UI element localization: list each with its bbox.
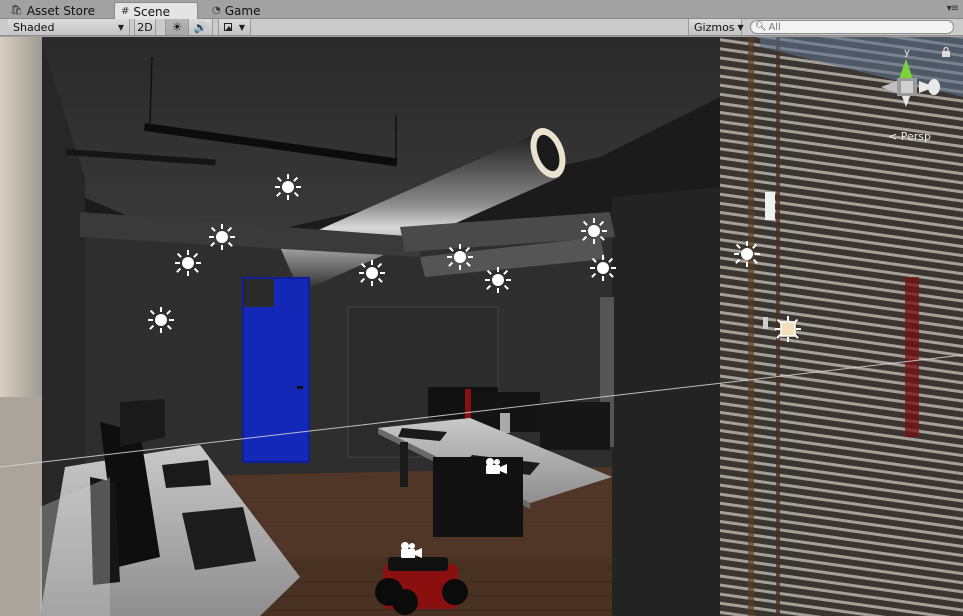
point-light-icon[interactable] <box>484 266 512 294</box>
chevron-down-icon: ▼ <box>117 22 124 32</box>
lock-icon[interactable] <box>941 47 951 57</box>
selected-light-icon[interactable] <box>774 315 802 343</box>
tab-scene[interactable]: # Scene <box>114 2 198 20</box>
grid-hash-icon: # <box>121 6 130 17</box>
point-light-icon[interactable] <box>446 243 474 271</box>
lighting-toggle-button[interactable]: ☀ <box>165 19 189 35</box>
point-light-icon[interactable] <box>174 249 202 277</box>
scene-viewport[interactable]: y < Persp <box>0 37 963 616</box>
2d-label: 2D <box>137 20 153 34</box>
audio-toggle-button[interactable]: 🔊 <box>189 19 213 35</box>
scene-toolbar: Shaded ▼ 2D ☀ 🔊 ▼ Gizmos ▼ 🔍︎ <box>0 19 963 36</box>
tab-menu-icon[interactable]: ▾≡ <box>947 3 959 14</box>
chevron-down-icon: ▼ <box>737 22 744 32</box>
scene-render <box>0 37 963 616</box>
2d-toggle-button[interactable]: 2D <box>134 19 156 35</box>
hierarchy-search-field[interactable]: 🔍︎ <box>750 20 954 34</box>
point-light-icon[interactable] <box>358 259 386 287</box>
tab-label: Game <box>224 3 261 18</box>
gizmos-label: Gizmos <box>694 20 735 34</box>
tab-game[interactable]: ◔ Game <box>206 2 269 19</box>
image-icon <box>224 23 232 31</box>
shading-mode-dropdown[interactable]: Shaded ▼ <box>8 19 130 35</box>
point-light-icon[interactable] <box>589 254 617 282</box>
chevron-down-icon: ▼ <box>238 22 245 32</box>
pacman-icon: ◔ <box>212 5 221 16</box>
sun-icon: ☀ <box>171 20 183 34</box>
effects-dropdown[interactable]: ▼ <box>218 19 251 35</box>
camera-icon[interactable] <box>397 541 423 559</box>
projection-label[interactable]: < Persp <box>888 130 931 143</box>
point-light-icon[interactable] <box>147 306 175 334</box>
search-icon: 🔍︎ <box>755 22 767 32</box>
search-input[interactable] <box>768 21 949 33</box>
speaker-icon: 🔊 <box>193 20 208 34</box>
tab-asset-store[interactable]: 🛍 Asset Store <box>4 2 104 19</box>
point-light-icon[interactable] <box>208 223 236 251</box>
axis-y-label: y <box>904 47 910 58</box>
shading-mode-value: Shaded <box>13 20 55 34</box>
point-light-icon[interactable] <box>274 173 302 201</box>
tab-label: Asset Store <box>26 3 96 18</box>
tab-label: Scene <box>133 4 170 19</box>
camera-icon[interactable] <box>482 457 508 475</box>
tab-strip: 🛍 Asset Store # Scene ◔ Game ▾≡ <box>0 0 963 20</box>
gizmos-dropdown[interactable]: Gizmos ▼ <box>688 19 744 35</box>
shopping-bag-icon: 🛍 <box>10 5 23 16</box>
point-light-icon[interactable] <box>580 217 608 245</box>
point-light-icon[interactable] <box>733 240 761 268</box>
scene-orientation-gizmo[interactable]: y <box>875 45 943 121</box>
